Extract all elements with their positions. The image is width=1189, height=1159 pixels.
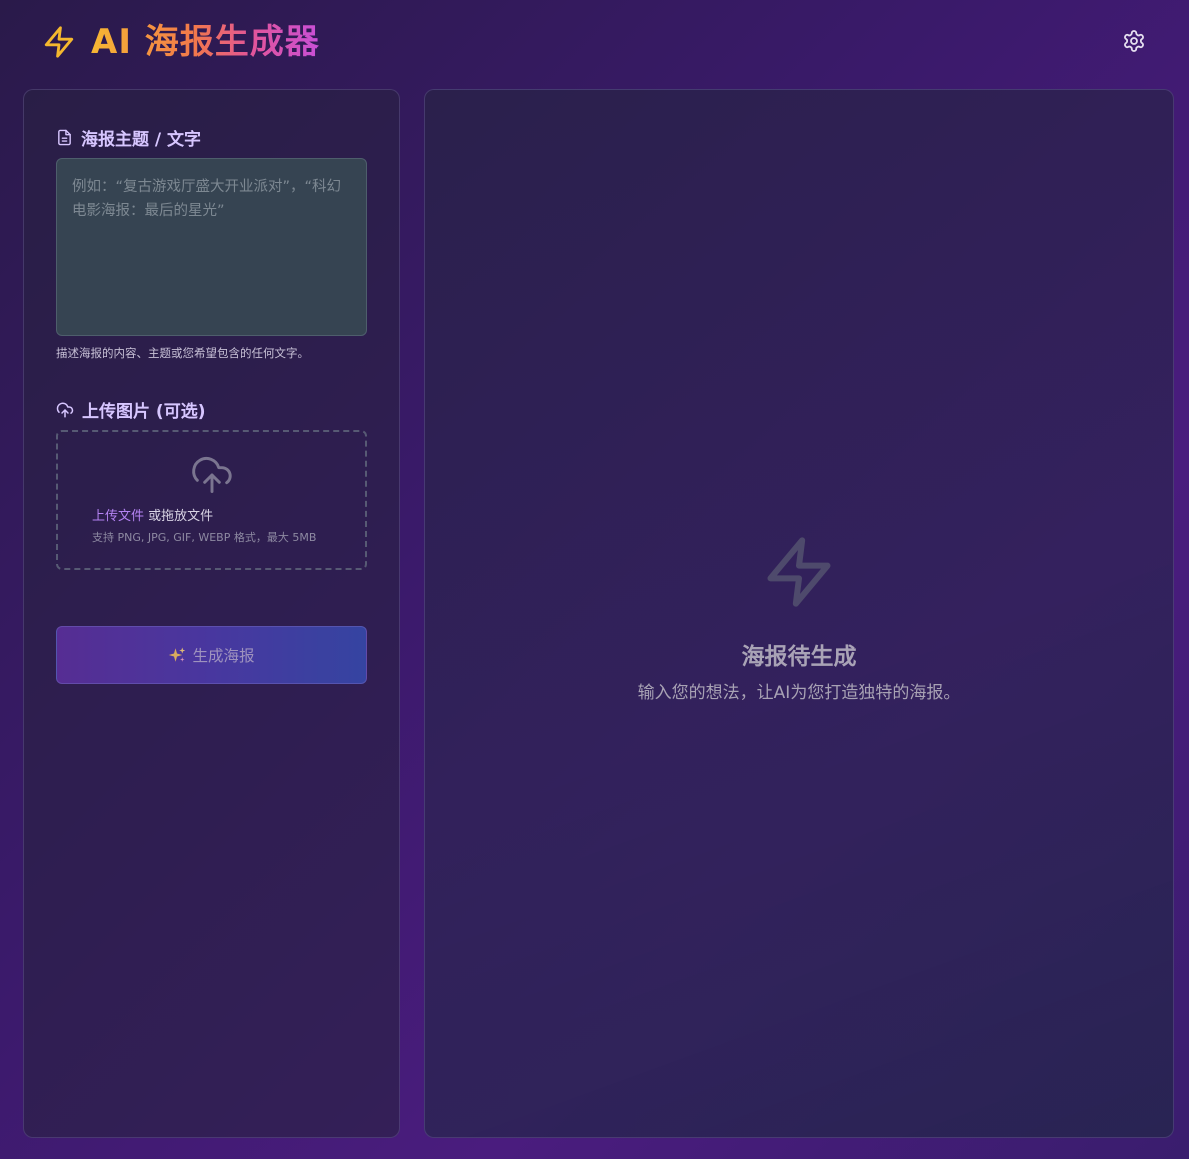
generate-button-label: 生成海报 bbox=[192, 647, 255, 665]
gear-icon[interactable] bbox=[1122, 29, 1146, 53]
lightning-icon bbox=[44, 26, 74, 58]
cloud-upload-icon bbox=[192, 457, 232, 493]
app-title: AI 海报生成器 bbox=[91, 18, 320, 66]
app-header: AI 海报生成器 bbox=[0, 0, 1189, 88]
preview-placeholder-subtitle: 输入您的想法，让AI为您打造独特的海报。 bbox=[637, 683, 961, 703]
lightning-icon bbox=[767, 537, 831, 607]
document-icon bbox=[58, 129, 71, 146]
upload-label-text: 上传图片 (可选) bbox=[82, 402, 206, 422]
sparkles-icon bbox=[169, 647, 186, 662]
topic-label-text: 海报主题 / 文字 bbox=[81, 130, 202, 150]
cloud-upload-icon bbox=[56, 402, 74, 417]
topic-input[interactable] bbox=[56, 158, 367, 336]
image-dropzone[interactable]: 上传文件 或拖放文件 支持 PNG, JPG, GIF, WEBP 格式，最大 … bbox=[56, 430, 367, 570]
upload-instruction: 上传文件 或拖放文件 bbox=[92, 505, 213, 524]
drag-drop-text: 或拖放文件 bbox=[144, 509, 214, 524]
upload-format-hint: 支持 PNG, JPG, GIF, WEBP 格式，最大 5MB bbox=[92, 531, 317, 544]
upload-file-link[interactable]: 上传文件 bbox=[92, 509, 144, 524]
preview-placeholder-title: 海报待生成 bbox=[741, 644, 857, 670]
upload-section-label: 上传图片 (可选) bbox=[56, 397, 205, 422]
poster-preview-panel: 海报待生成 输入您的想法，让AI为您打造独特的海报。 bbox=[424, 89, 1174, 1138]
input-panel: 海报主题 / 文字 描述海报的内容、主题或您希望包含的任何文字。 上传图片 (可… bbox=[23, 89, 400, 1138]
generate-poster-button[interactable]: 生成海报 bbox=[56, 626, 367, 684]
topic-section-label: 海报主题 / 文字 bbox=[56, 125, 201, 150]
topic-help-text: 描述海报的内容、主题或您希望包含的任何文字。 bbox=[56, 346, 309, 360]
